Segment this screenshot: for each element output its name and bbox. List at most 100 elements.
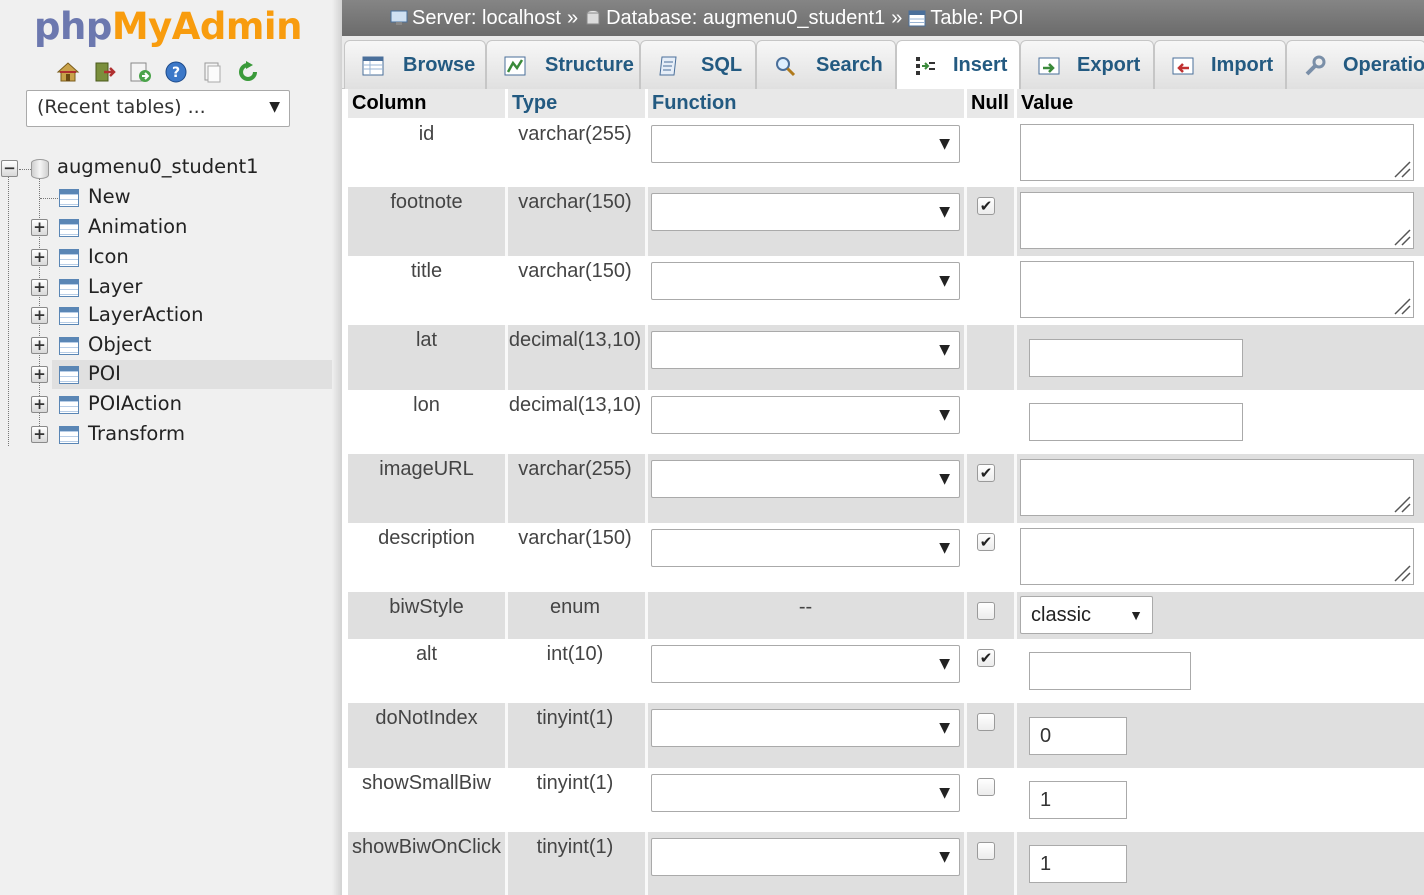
function-select[interactable]: ▼ bbox=[651, 645, 960, 683]
value-input[interactable] bbox=[1029, 403, 1243, 441]
chevron-down-icon: ▼ bbox=[939, 785, 950, 801]
expand-icon[interactable]: + bbox=[31, 366, 48, 383]
tree-item-layeraction[interactable]: + LayerAction bbox=[0, 301, 332, 330]
breadcrumb-table[interactable]: Table: POI bbox=[930, 7, 1023, 30]
expand-icon[interactable]: + bbox=[31, 279, 48, 296]
chevron-down-icon: ▼ bbox=[939, 656, 950, 672]
resize-grip-icon[interactable] bbox=[1393, 228, 1411, 246]
field-name: footnote bbox=[390, 191, 463, 213]
tree-item-layer[interactable]: + Layer bbox=[0, 273, 332, 302]
value-input[interactable]: 0 bbox=[1029, 717, 1127, 755]
function-select[interactable]: ▼ bbox=[651, 193, 960, 231]
function-select[interactable]: ▼ bbox=[651, 529, 960, 567]
column-separator bbox=[964, 523, 967, 592]
reload-icon[interactable] bbox=[236, 60, 260, 84]
value-enum-select[interactable]: classic ▼ bbox=[1020, 596, 1153, 634]
expand-icon[interactable]: + bbox=[31, 219, 48, 236]
value-input[interactable] bbox=[1029, 652, 1191, 690]
function-select[interactable]: ▼ bbox=[651, 460, 960, 498]
breadcrumb-separator: » bbox=[566, 6, 579, 29]
navigation-resizer[interactable] bbox=[332, 0, 342, 895]
recent-tables-select[interactable]: (Recent tables) ... ▼ bbox=[26, 90, 290, 127]
breadcrumb-server[interactable]: Server: localhost bbox=[412, 7, 561, 30]
value-textarea[interactable] bbox=[1020, 261, 1414, 318]
expand-icon[interactable]: + bbox=[31, 426, 48, 443]
null-checkbox[interactable] bbox=[977, 778, 995, 796]
tab-bar: Browse Structure SQL Search Insert Expor… bbox=[342, 36, 1424, 90]
tree-item-label[interactable]: Animation bbox=[88, 215, 187, 238]
column-separator bbox=[505, 703, 508, 768]
collapse-icon[interactable]: − bbox=[1, 160, 18, 177]
help-icon[interactable]: ? bbox=[164, 60, 188, 84]
tab-export[interactable]: Export bbox=[1020, 40, 1154, 89]
tree-item-label[interactable]: Icon bbox=[88, 245, 129, 268]
value-textarea[interactable] bbox=[1020, 528, 1414, 585]
null-checkbox[interactable]: ✔ bbox=[977, 533, 995, 551]
column-separator bbox=[1014, 187, 1017, 256]
documentation-icon[interactable] bbox=[200, 60, 224, 84]
tree-item-poiaction[interactable]: + POIAction bbox=[0, 390, 332, 419]
resize-grip-icon[interactable] bbox=[1393, 297, 1411, 315]
home-icon[interactable] bbox=[56, 60, 80, 84]
tree-db-label[interactable]: augmenu0_student1 bbox=[57, 155, 259, 178]
header-function[interactable]: Function bbox=[648, 89, 964, 118]
tab-structure[interactable]: Structure bbox=[486, 40, 640, 89]
expand-icon[interactable]: + bbox=[31, 307, 48, 324]
tree-item-new[interactable]: New bbox=[0, 183, 332, 212]
tree-item-transform[interactable]: + Transform bbox=[0, 420, 332, 449]
resize-grip-icon[interactable] bbox=[1393, 495, 1411, 513]
field-type: varchar(150) bbox=[518, 260, 632, 282]
tab-search[interactable]: Search bbox=[756, 40, 896, 89]
resize-grip-icon[interactable] bbox=[1393, 160, 1411, 178]
expand-icon[interactable]: + bbox=[31, 249, 48, 266]
expand-icon[interactable]: + bbox=[31, 337, 48, 354]
null-checkbox[interactable] bbox=[977, 713, 995, 731]
enum-selected-value: classic bbox=[1031, 604, 1092, 626]
header-type[interactable]: Type bbox=[508, 89, 645, 118]
null-checkbox[interactable]: ✔ bbox=[977, 649, 995, 667]
function-select[interactable]: ▼ bbox=[651, 709, 960, 747]
function-select[interactable]: ▼ bbox=[651, 838, 960, 876]
tree-item-label[interactable]: LayerAction bbox=[88, 303, 203, 326]
function-select[interactable]: ▼ bbox=[651, 396, 960, 434]
tab-import[interactable]: Import bbox=[1154, 40, 1286, 89]
value-textarea[interactable] bbox=[1020, 192, 1414, 249]
function-select[interactable]: ▼ bbox=[651, 262, 960, 300]
value-textarea[interactable] bbox=[1020, 124, 1414, 181]
sql-query-icon[interactable] bbox=[128, 60, 152, 84]
breadcrumb-database[interactable]: Database: augmenu0_student1 bbox=[606, 7, 885, 30]
tree-item-label[interactable]: Transform bbox=[88, 422, 185, 445]
tree-item-poi[interactable]: + POI bbox=[0, 360, 332, 389]
exit-icon[interactable] bbox=[92, 60, 116, 84]
tree-item-label[interactable]: POIAction bbox=[88, 392, 182, 415]
value-input[interactable]: 1 bbox=[1029, 845, 1127, 883]
tree-item-label[interactable]: New bbox=[88, 185, 131, 208]
tree-item-icon[interactable]: + Icon bbox=[0, 243, 332, 272]
field-name: id bbox=[418, 123, 435, 145]
null-checkbox[interactable] bbox=[977, 842, 995, 860]
tree-item-label[interactable]: Layer bbox=[88, 275, 142, 298]
tree-item-animation[interactable]: + Animation bbox=[0, 213, 332, 242]
tree-item-label[interactable]: POI bbox=[88, 362, 121, 385]
null-checkbox[interactable] bbox=[977, 602, 995, 620]
header-column: Column bbox=[348, 89, 505, 118]
function-select[interactable]: ▼ bbox=[651, 125, 960, 163]
phpmyadmin-logo[interactable]: phpMyAdmin bbox=[34, 4, 302, 50]
function-select[interactable]: ▼ bbox=[651, 774, 960, 812]
tree-db-row[interactable]: − augmenu0_student1 bbox=[0, 153, 332, 182]
tree-item-label[interactable]: Object bbox=[88, 333, 152, 356]
value-input[interactable]: 1 bbox=[1029, 781, 1127, 819]
value-input[interactable] bbox=[1029, 339, 1243, 377]
value-textarea[interactable] bbox=[1020, 459, 1414, 516]
resize-grip-icon[interactable] bbox=[1393, 564, 1411, 582]
null-checkbox[interactable]: ✔ bbox=[977, 197, 995, 215]
tab-sql[interactable]: SQL bbox=[640, 40, 756, 89]
expand-icon[interactable]: + bbox=[31, 396, 48, 413]
tab-browse[interactable]: Browse bbox=[344, 40, 486, 89]
tab-insert[interactable]: Insert bbox=[896, 40, 1020, 90]
tab-operations[interactable]: Operatio bbox=[1286, 40, 1424, 89]
function-select[interactable]: ▼ bbox=[651, 331, 960, 369]
tree-item-object[interactable]: + Object bbox=[0, 331, 332, 360]
column-separator bbox=[645, 187, 648, 256]
null-checkbox[interactable]: ✔ bbox=[977, 464, 995, 482]
